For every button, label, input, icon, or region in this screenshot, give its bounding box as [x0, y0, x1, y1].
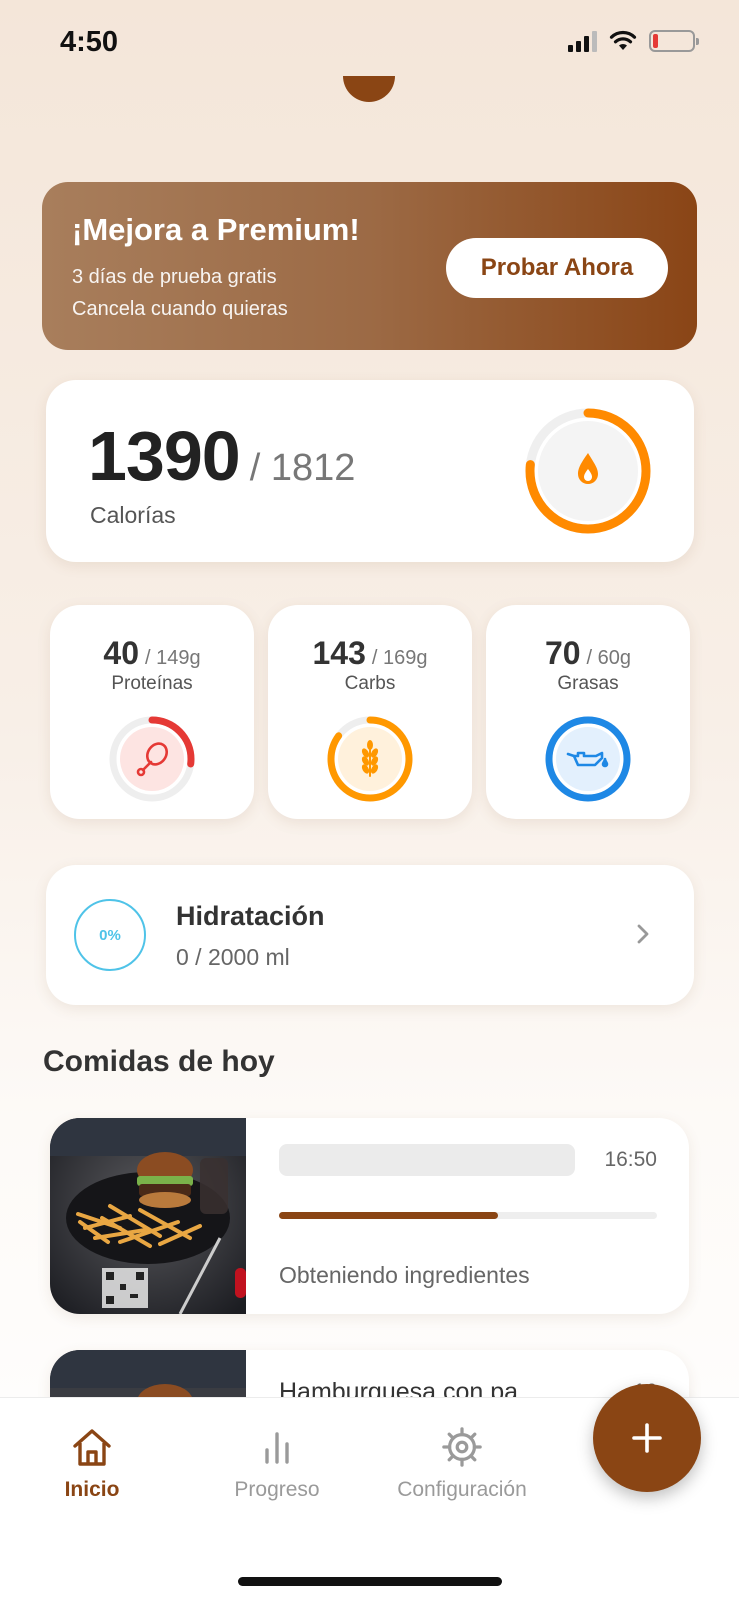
meals-section-title: Comidas de hoy [43, 1045, 275, 1078]
nav-settings[interactable]: Configuración [382, 1426, 542, 1502]
add-meal-button[interactable] [593, 1384, 701, 1492]
nav-home-label: Inicio [64, 1478, 120, 1501]
fats-progress-ring [545, 716, 631, 802]
fats-value: 70 [544, 635, 581, 671]
fats-values: 70 / 60g [486, 635, 690, 672]
nav-progress[interactable]: Progreso [197, 1426, 357, 1502]
calories-card[interactable]: 1390 / 1812 Calorías [46, 380, 694, 562]
home-indicator [238, 1577, 502, 1586]
protein-label: Proteínas [111, 673, 193, 694]
status-time: 4:50 [60, 26, 119, 58]
carbs-value: 143 [312, 635, 366, 671]
meal-name-placeholder [279, 1144, 575, 1176]
carbs-label: Carbs [344, 673, 396, 694]
protein-value: 40 [103, 635, 139, 671]
status-icons [568, 30, 699, 52]
bar-chart-icon [265, 1432, 289, 1464]
meal-status: Obteniendo ingredientes [279, 1262, 530, 1288]
meal-analysis-progress [279, 1212, 657, 1219]
nav-home[interactable]: Inicio [12, 1426, 172, 1502]
calories-goal: / 1812 [249, 447, 356, 489]
premium-banner[interactable]: ¡Mejora a Premium! 3 días de prueba grat… [42, 182, 697, 350]
hydration-amount: 0 / 2000 ml [176, 944, 290, 970]
fats-label: Grasas [557, 673, 619, 694]
gear-icon [442, 1427, 482, 1467]
carbs-progress-ring [327, 716, 413, 802]
macro-card-carbs[interactable]: 143 / 169g Carbs [268, 605, 472, 819]
protein-progress-ring [109, 716, 195, 802]
battery-icon [649, 30, 699, 52]
chevron-right-icon[interactable] [630, 921, 656, 947]
meal-analysis-progress-fill [279, 1212, 499, 1219]
premium-cancel-text: Cancela cuando quieras [72, 298, 288, 320]
hydration-card[interactable]: 0% Hidratación 0 / 2000 ml [46, 865, 694, 1005]
protein-values: 40 / 149g [50, 635, 254, 672]
try-now-button[interactable]: Probar Ahora [446, 238, 668, 298]
nav-settings-label: Configuración [397, 1478, 527, 1501]
macro-card-protein[interactable]: 40 / 149g Proteínas [50, 605, 254, 819]
macro-card-fats[interactable]: 70 / 60g Grasas [486, 605, 690, 819]
calories-value: 1390 [88, 417, 241, 495]
meal-card[interactable]: 16:50 Obteniendo ingredientes [50, 1118, 689, 1314]
calories-progress-ring [525, 408, 651, 534]
premium-title: ¡Mejora a Premium! [72, 212, 360, 247]
nav-progress-label: Progreso [234, 1478, 320, 1501]
home-icon [73, 1429, 111, 1466]
protein-goal: / 149g [144, 647, 201, 669]
wifi-icon [609, 30, 637, 50]
calories-label: Calorías [90, 502, 176, 528]
cellular-signal-icon [568, 30, 597, 52]
meal-photo [50, 1118, 246, 1314]
plus-icon [632, 1423, 662, 1453]
hydration-title: Hidratación [176, 901, 325, 931]
fats-goal: / 60g [586, 647, 632, 669]
meal-time: 16:50 [604, 1148, 657, 1171]
calories-summary: 1390 / 1812 [88, 416, 355, 496]
premium-trial-text: 3 días de prueba gratis [72, 266, 277, 288]
hydration-percent: 0% [74, 899, 146, 971]
carbs-goal: / 169g [371, 647, 428, 669]
carbs-values: 143 / 169g [268, 635, 472, 672]
